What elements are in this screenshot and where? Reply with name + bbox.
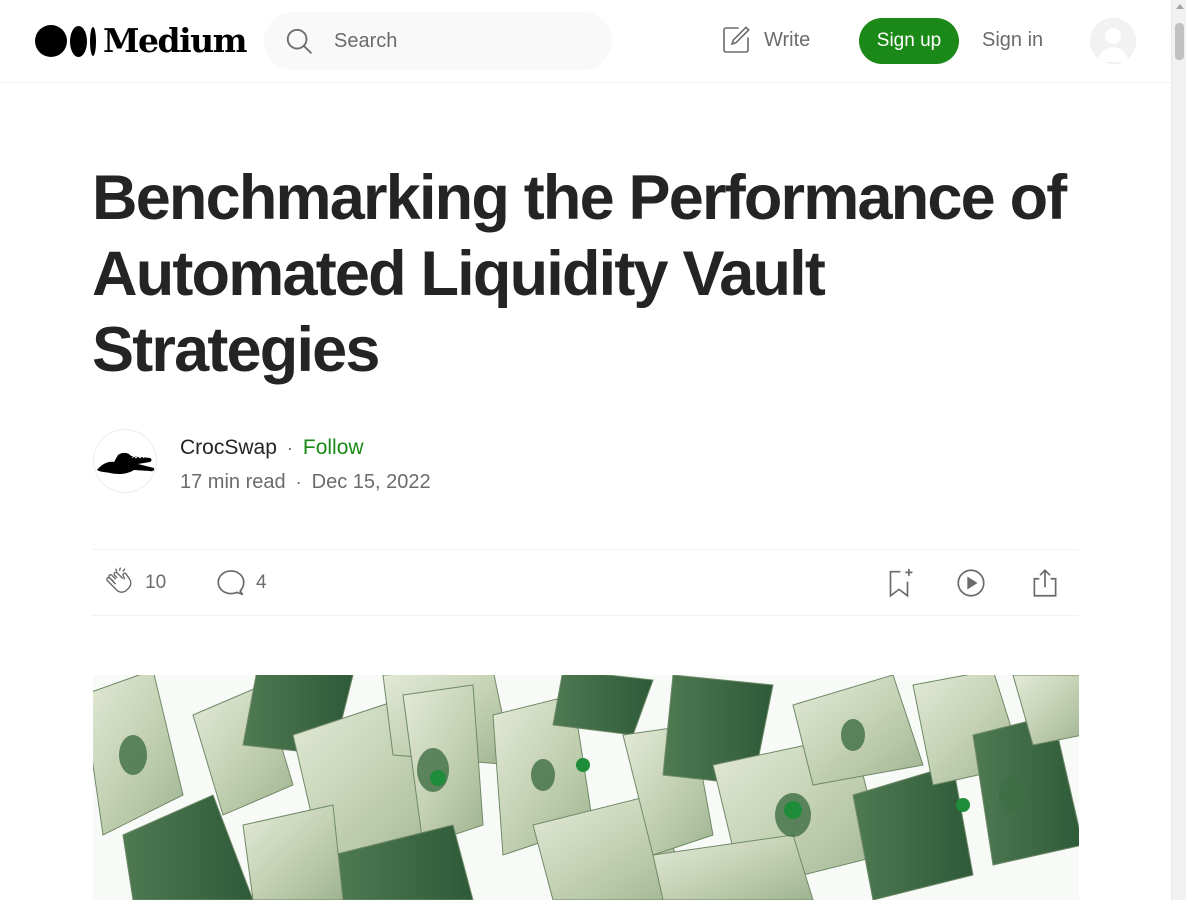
crocodile-logo-icon bbox=[97, 452, 155, 474]
search-input[interactable] bbox=[332, 28, 586, 54]
flying-dollar-bills-image bbox=[93, 675, 1079, 900]
user-icon bbox=[1090, 18, 1136, 64]
bookmark-icon bbox=[889, 568, 913, 598]
clap-count: 10 bbox=[145, 572, 167, 593]
clap-button[interactable]: 10 bbox=[104, 566, 166, 600]
medium-logo[interactable]: Medium bbox=[35, 21, 248, 60]
comment-icon bbox=[217, 570, 245, 596]
search-icon bbox=[286, 28, 312, 54]
author-line: CrocSwap · Follow bbox=[180, 436, 364, 460]
separator-dot: · bbox=[295, 472, 302, 492]
responses-button[interactable]: 4 bbox=[214, 566, 267, 600]
user-avatar[interactable] bbox=[1090, 18, 1136, 64]
article-action-bar: 10 4 bbox=[92, 549, 1079, 616]
sign-up-button[interactable]: Sign up bbox=[859, 18, 959, 64]
top-navigation: Medium Write Sign up Sign in bbox=[0, 0, 1171, 83]
article-meta: 17 min read · Dec 15, 2022 bbox=[180, 471, 431, 494]
publish-date: Dec 15, 2022 bbox=[311, 471, 431, 493]
search-box[interactable] bbox=[264, 12, 612, 70]
share-icon bbox=[1033, 569, 1057, 597]
scroll-thumb[interactable] bbox=[1175, 23, 1184, 60]
medium-logo-text: Medium bbox=[103, 21, 248, 60]
read-time: 17 min read bbox=[180, 471, 286, 493]
separator-dot: · bbox=[286, 437, 293, 458]
play-icon bbox=[957, 569, 985, 597]
write-icon bbox=[723, 26, 750, 53]
write-label: Write bbox=[764, 28, 811, 51]
author-name[interactable]: CrocSwap bbox=[180, 436, 277, 460]
save-button[interactable] bbox=[882, 566, 916, 600]
follow-button[interactable]: Follow bbox=[303, 436, 364, 460]
sign-in-link[interactable]: Sign in bbox=[982, 29, 1043, 52]
hero-image bbox=[93, 675, 1079, 900]
response-count: 4 bbox=[256, 572, 267, 593]
share-button[interactable] bbox=[1028, 566, 1062, 600]
page-scrollbar[interactable] bbox=[1171, 0, 1186, 900]
write-button[interactable]: Write bbox=[720, 24, 810, 56]
listen-button[interactable] bbox=[954, 566, 988, 600]
scroll-up-arrow[interactable] bbox=[1176, 4, 1184, 9]
clap-icon bbox=[106, 567, 132, 593]
author-avatar[interactable] bbox=[94, 430, 156, 492]
medium-logo-mark bbox=[35, 25, 96, 57]
article-title: Benchmarking the Performance of Automate… bbox=[92, 163, 1067, 385]
